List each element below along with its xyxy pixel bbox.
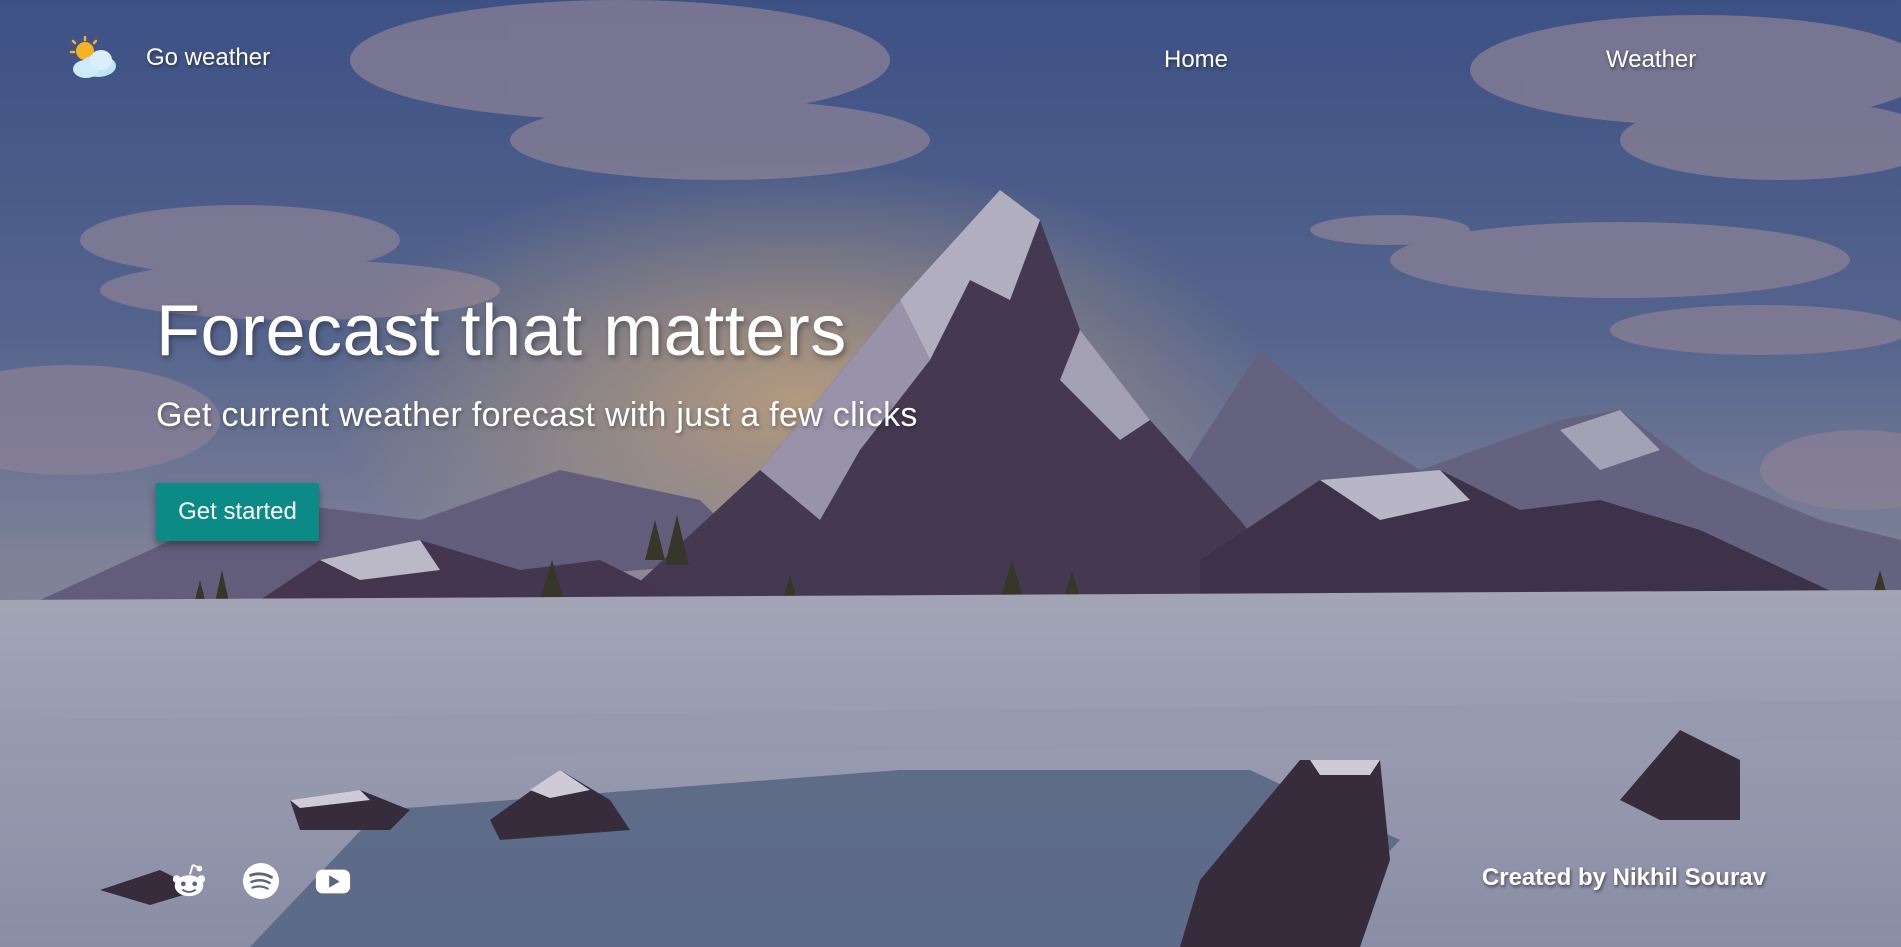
nav-home-link[interactable]: Home [1164, 46, 1228, 74]
brand-link[interactable]: Go weather [68, 36, 270, 80]
landing-page: Go weather Home Weather Forecast that ma… [0, 0, 1901, 947]
author-credit: Created by Nikhil Sourav [1481, 864, 1766, 891]
hero-subtitle: Get current weather forecast with just a… [156, 396, 918, 434]
nav-weather-link[interactable]: Weather [1606, 46, 1696, 74]
hero-title: Forecast that matters [156, 291, 847, 371]
navbar: Go weather Home Weather [0, 0, 1901, 120]
spotify-icon[interactable] [242, 862, 280, 900]
brand-name: Go weather [146, 44, 271, 71]
sun-cloud-icon [69, 36, 116, 78]
social-links [170, 862, 352, 900]
reddit-icon[interactable] [170, 862, 208, 900]
youtube-icon[interactable] [314, 862, 352, 900]
hero-section: Forecast that matters Get current weathe… [156, 290, 918, 435]
background-illustration [0, 0, 1901, 947]
get-started-button[interactable]: Get started [156, 483, 319, 541]
